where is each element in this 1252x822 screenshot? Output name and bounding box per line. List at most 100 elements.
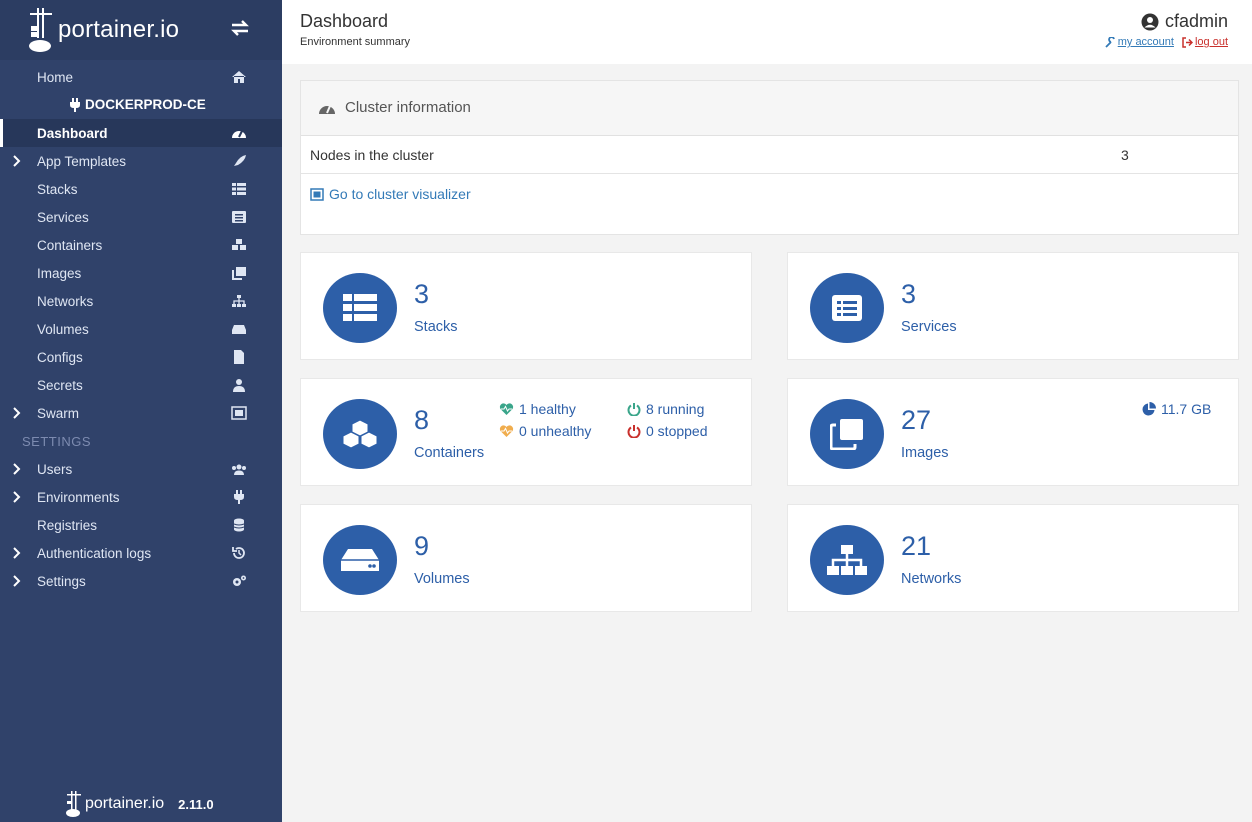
pie-chart-icon bbox=[1142, 402, 1156, 416]
sidebar-item-label: Settings bbox=[37, 574, 86, 589]
chevron-right-icon bbox=[13, 575, 21, 587]
healthy-status: 1 healthy bbox=[499, 401, 576, 417]
sidebar-item-label: Environments bbox=[37, 490, 120, 505]
containers-widget[interactable]: 8 Containers 1 healthy 0 unhealthy 8 run… bbox=[300, 378, 752, 486]
th-list-icon bbox=[343, 294, 377, 321]
nodes-label: Nodes in the cluster bbox=[310, 147, 434, 163]
panel-title: Cluster information bbox=[345, 99, 471, 116]
page-header: Dashboard Environment summary cfadmin my… bbox=[282, 0, 1252, 64]
services-label: Services bbox=[901, 319, 957, 335]
brand-bar: portainer.io bbox=[0, 0, 282, 60]
sidebar-item-containers[interactable]: Containers bbox=[0, 231, 282, 259]
sidebar-item-authentication-logs[interactable]: Authentication logs bbox=[0, 539, 282, 567]
sidebar-item-images[interactable]: Images bbox=[0, 259, 282, 287]
clone-icon bbox=[830, 419, 863, 450]
heartbeat-icon bbox=[499, 402, 514, 415]
sitemap-icon bbox=[232, 295, 246, 307]
chevron-right-icon bbox=[13, 463, 21, 475]
file-code-icon bbox=[234, 350, 244, 364]
sidebar-item-configs[interactable]: Configs bbox=[0, 343, 282, 371]
user-links: my account log out bbox=[1105, 36, 1228, 48]
sidebar-item-environments[interactable]: Environments bbox=[0, 483, 282, 511]
sidebar-item-registries[interactable]: Registries bbox=[0, 511, 282, 539]
sidebar-item-app-templates[interactable]: App Templates bbox=[0, 147, 282, 175]
sidebar-item-label: Dashboard bbox=[37, 126, 108, 141]
images-widget[interactable]: 27 Images 11.7 GB bbox=[787, 378, 1239, 486]
containers-icon-circle bbox=[323, 399, 397, 469]
sidebar-item-label: Containers bbox=[37, 238, 103, 253]
chevron-right-icon bbox=[13, 407, 21, 419]
footer-brand: portainer.io bbox=[85, 795, 165, 812]
wrench-icon bbox=[1105, 36, 1115, 48]
services-icon-circle bbox=[810, 273, 884, 343]
rocket-icon bbox=[234, 155, 246, 166]
stopped-status: 0 stopped bbox=[627, 423, 708, 439]
heartbeat-icon bbox=[499, 424, 514, 437]
user-secret-icon bbox=[233, 379, 245, 392]
sidebar: portainer.io Home DOCKERPROD-CE Dashboar… bbox=[0, 0, 282, 822]
stacks-label: Stacks bbox=[414, 319, 458, 335]
cubes-icon bbox=[232, 239, 246, 250]
sidebar-item-swarm[interactable]: Swarm bbox=[0, 399, 282, 427]
cluster-visualizer-link[interactable]: Go to cluster visualizer bbox=[310, 186, 471, 202]
networks-widget[interactable]: 21 Networks bbox=[787, 504, 1239, 612]
hdd-icon bbox=[341, 549, 379, 571]
portainer-crane-icon bbox=[66, 791, 81, 817]
sign-out-icon bbox=[1182, 36, 1193, 48]
sidebar-item-label: Home bbox=[37, 70, 74, 85]
sidebar-item-secrets[interactable]: Secrets bbox=[0, 371, 282, 399]
sidebar-item-services[interactable]: Services bbox=[0, 203, 282, 231]
tachometer-icon bbox=[319, 105, 335, 114]
brand-name: portainer.io bbox=[58, 16, 180, 43]
sidebar-item-settings[interactable]: Settings bbox=[0, 567, 282, 595]
sidebar-item-home[interactable]: Home bbox=[0, 63, 282, 91]
users-icon bbox=[232, 464, 246, 475]
images-icon-circle bbox=[810, 399, 884, 469]
volumes-label: Volumes bbox=[414, 571, 470, 587]
sidebar-item-users[interactable]: Users bbox=[0, 455, 282, 483]
power-off-icon bbox=[627, 425, 641, 438]
sidebar-item-label: Services bbox=[37, 210, 89, 225]
volumes-count: 9 bbox=[414, 531, 430, 561]
sidebar-item-dashboard[interactable]: Dashboard bbox=[0, 119, 282, 147]
unhealthy-status: 0 unhealthy bbox=[499, 423, 591, 439]
home-icon bbox=[232, 71, 246, 83]
chevron-right-icon bbox=[13, 547, 21, 559]
services-count: 3 bbox=[901, 279, 917, 309]
sidebar-item-stacks[interactable]: Stacks bbox=[0, 175, 282, 203]
list-alt-icon bbox=[832, 295, 862, 321]
networks-label: Networks bbox=[901, 571, 962, 587]
portainer-logo[interactable]: portainer.io bbox=[28, 8, 179, 52]
sidebar-item-label: Images bbox=[37, 266, 82, 281]
sidebar-item-label: Volumes bbox=[37, 322, 89, 337]
cubes-icon bbox=[342, 419, 378, 449]
version-label: 2.11.0 bbox=[178, 796, 214, 812]
sidebar-item-networks[interactable]: Networks bbox=[0, 287, 282, 315]
networks-count: 21 bbox=[901, 531, 932, 561]
stacks-icon-circle bbox=[323, 273, 397, 343]
sitemap-icon bbox=[827, 545, 867, 575]
cluster-info-panel: Cluster information Nodes in the cluster… bbox=[300, 80, 1239, 235]
plug-icon bbox=[70, 97, 80, 112]
sidebar-item-label: Secrets bbox=[37, 378, 83, 393]
portainer-crane-icon bbox=[29, 8, 52, 52]
sidebar-footer: portainer.io 2.11.0 bbox=[66, 791, 214, 817]
images-label: Images bbox=[901, 445, 949, 461]
my-account-link[interactable]: my account bbox=[1105, 36, 1174, 48]
sidebar-item-volumes[interactable]: Volumes bbox=[0, 315, 282, 343]
database-icon bbox=[233, 518, 245, 532]
user-circle-icon bbox=[1141, 13, 1159, 30]
page-subtitle: Environment summary bbox=[300, 36, 411, 48]
services-widget[interactable]: 3 Services bbox=[787, 252, 1239, 360]
power-off-icon bbox=[627, 403, 641, 416]
stacks-widget[interactable]: 3 Stacks bbox=[300, 252, 752, 360]
sidebar-item-label: Swarm bbox=[37, 406, 80, 421]
logout-link[interactable]: log out bbox=[1182, 36, 1228, 48]
sidebar-item-label: App Templates bbox=[37, 154, 127, 169]
page-title: Dashboard bbox=[300, 11, 389, 31]
object-group-icon bbox=[310, 187, 324, 201]
chevron-right-icon bbox=[13, 491, 21, 503]
volumes-widget[interactable]: 9 Volumes bbox=[300, 504, 752, 612]
tachometer-icon bbox=[232, 130, 246, 138]
toggle-sidebar-icon[interactable] bbox=[230, 20, 250, 36]
